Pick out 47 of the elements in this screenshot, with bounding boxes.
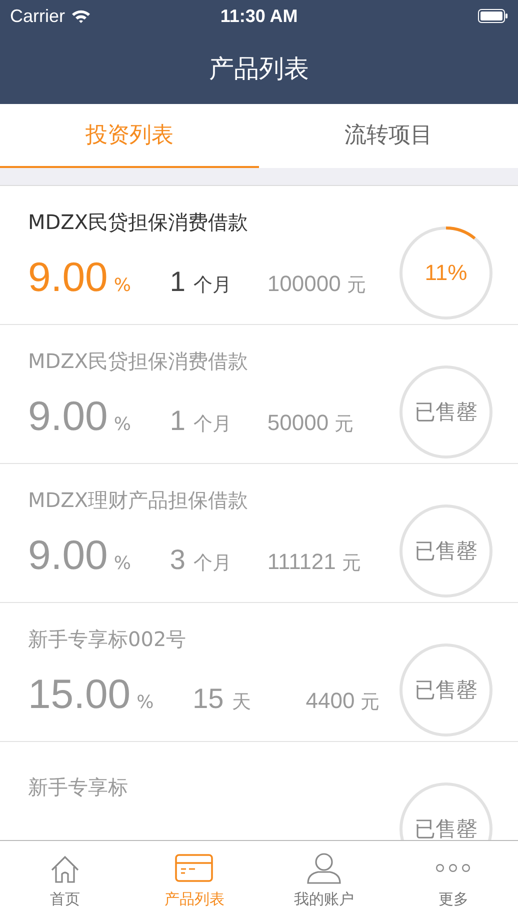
rate-unit: % — [114, 275, 132, 296]
term-unit: 个月 — [193, 551, 232, 576]
sold-out-label: 已售罄 — [414, 816, 478, 840]
product-title: 新手专享标002号 — [28, 626, 188, 653]
amount-unit: 元 — [346, 273, 366, 298]
product-row[interactable]: 新手专享标002号 15.00% 15 天 4400 元 已售罄 — [0, 603, 518, 742]
term-value: 1 — [170, 405, 186, 437]
amount-unit: 元 — [360, 690, 380, 715]
term-unit: 天 — [232, 690, 252, 715]
interest-rate: 9.00 — [28, 532, 108, 579]
more-icon — [436, 864, 470, 872]
person-icon — [304, 852, 343, 884]
term-value: 3 — [170, 544, 186, 576]
sold-out-label: 已售罄 — [414, 677, 478, 704]
product-title: MDZX民贷担保消费借款 — [28, 209, 250, 236]
product-title: 新手专享标 — [28, 774, 129, 800]
product-title: MDZX理财产品担保借款 — [28, 487, 250, 514]
amount-unit: 元 — [334, 412, 354, 437]
term-value: 15 — [192, 683, 224, 715]
amount-value: 100000 — [267, 271, 341, 297]
product-title: MDZX民贷担保消费借款 — [28, 348, 250, 375]
amount-value: 50000 — [267, 410, 329, 436]
interest-rate: 9.00 — [28, 393, 108, 440]
progress-percent: 11% — [424, 260, 468, 286]
wifi-icon — [71, 9, 92, 23]
product-row[interactable]: MDZX理财产品担保借款 9.00% 3 个月 111121 元 已售罄 — [0, 464, 518, 603]
product-row[interactable]: MDZX民贷担保消费借款 9.00% 1 个月 50000 元 已售罄 — [0, 325, 518, 464]
interest-rate: 9.00 — [28, 254, 108, 301]
amount-unit: 元 — [342, 551, 361, 576]
home-icon — [48, 853, 81, 883]
rate-unit: % — [114, 414, 132, 435]
page-title: 产品列表 — [209, 52, 309, 84]
amount-value: 4400 — [306, 688, 355, 714]
carrier-name: Carrier — [10, 6, 66, 26]
interest-rate: 15.00 — [28, 671, 131, 718]
term-value: 1 — [170, 266, 186, 298]
card-icon — [175, 852, 214, 884]
term-unit: 个月 — [193, 412, 232, 437]
rate-unit: % — [136, 692, 155, 713]
term-unit: 个月 — [193, 273, 232, 298]
product-row[interactable]: MDZX民贷担保消费借款 9.00% 1 个月 100000 元 11% — [0, 186, 518, 325]
sold-out-label: 已售罄 — [414, 399, 478, 426]
battery-icon — [478, 8, 508, 24]
amount-value: 111121 — [267, 549, 336, 575]
status-time: 11:30 AM — [220, 6, 298, 26]
rate-unit: % — [114, 553, 132, 574]
sold-out-label: 已售罄 — [414, 538, 478, 565]
